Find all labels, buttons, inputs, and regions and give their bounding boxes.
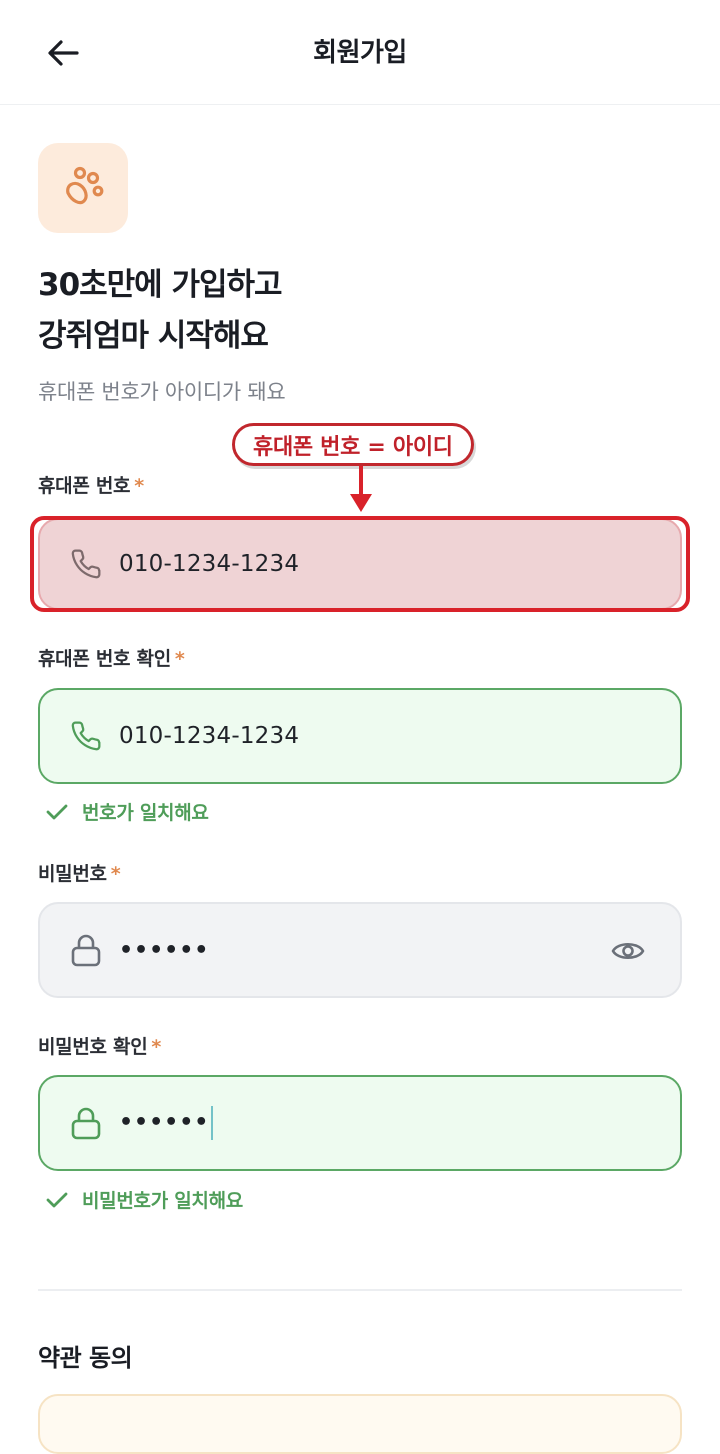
password-label: 비밀번호 * bbox=[38, 859, 121, 886]
terms-agreement-box[interactable] bbox=[38, 1394, 682, 1454]
headline-line-1: 30초만에 가입하고 bbox=[38, 267, 283, 303]
phone-confirm-field[interactable] bbox=[38, 688, 682, 784]
password-field[interactable]: •••••• bbox=[38, 902, 682, 998]
section-divider bbox=[38, 1289, 682, 1291]
phone-confirm-label: 휴대폰 번호 확인 * bbox=[38, 644, 185, 671]
password-confirm-field[interactable]: •••••• bbox=[38, 1075, 682, 1171]
annotation-label: 휴대폰 번호 = 아이디 bbox=[232, 423, 474, 466]
password-confirm-masked: •••••• bbox=[119, 1110, 210, 1135]
required-mark: * bbox=[134, 475, 144, 497]
page-title: 회원가입 bbox=[313, 38, 407, 68]
headline: 30초만에 가입하고 강쥐엄마 시작해요 bbox=[38, 260, 678, 362]
required-mark: * bbox=[151, 1036, 162, 1058]
eye-icon[interactable] bbox=[610, 933, 646, 969]
password-confirm-label-text: 비밀번호 확인 bbox=[38, 1036, 148, 1058]
phone-label: 휴대폰 번호 * bbox=[38, 471, 144, 498]
lock-icon bbox=[69, 1106, 103, 1140]
password-match-text: 비밀번호가 일치해요 bbox=[82, 1190, 243, 1212]
phone-confirm-input[interactable] bbox=[119, 723, 589, 749]
phone-icon bbox=[69, 719, 103, 753]
password-label-text: 비밀번호 bbox=[38, 863, 107, 885]
phone-confirm-label-text: 휴대폰 번호 확인 bbox=[38, 648, 171, 670]
phone-match-status: 번호가 일치해요 bbox=[46, 798, 209, 825]
required-mark: * bbox=[174, 648, 185, 670]
terms-title: 약관 동의 bbox=[38, 1344, 133, 1372]
password-input[interactable]: •••••• bbox=[119, 938, 209, 963]
app-logo bbox=[38, 143, 128, 233]
annotation-highlight-box bbox=[30, 516, 690, 612]
phone-label-text: 휴대폰 번호 bbox=[38, 475, 131, 497]
lock-icon bbox=[69, 933, 103, 967]
password-confirm-label: 비밀번호 확인 * bbox=[38, 1032, 161, 1059]
password-match-status: 비밀번호가 일치해요 bbox=[46, 1186, 243, 1213]
password-confirm-input[interactable]: •••••• bbox=[119, 1106, 214, 1140]
subtitle: 휴대폰 번호가 아이디가 돼요 bbox=[38, 380, 286, 404]
required-mark: * bbox=[110, 863, 121, 885]
annotation-arrow-head bbox=[350, 494, 372, 512]
check-icon bbox=[46, 1192, 68, 1207]
text-caret bbox=[211, 1106, 214, 1140]
headline-line-2: 강쥐엄마 시작해요 bbox=[38, 318, 269, 354]
paw-icon bbox=[66, 166, 104, 205]
phone-match-text: 번호가 일치해요 bbox=[82, 802, 209, 824]
check-icon bbox=[46, 804, 68, 819]
